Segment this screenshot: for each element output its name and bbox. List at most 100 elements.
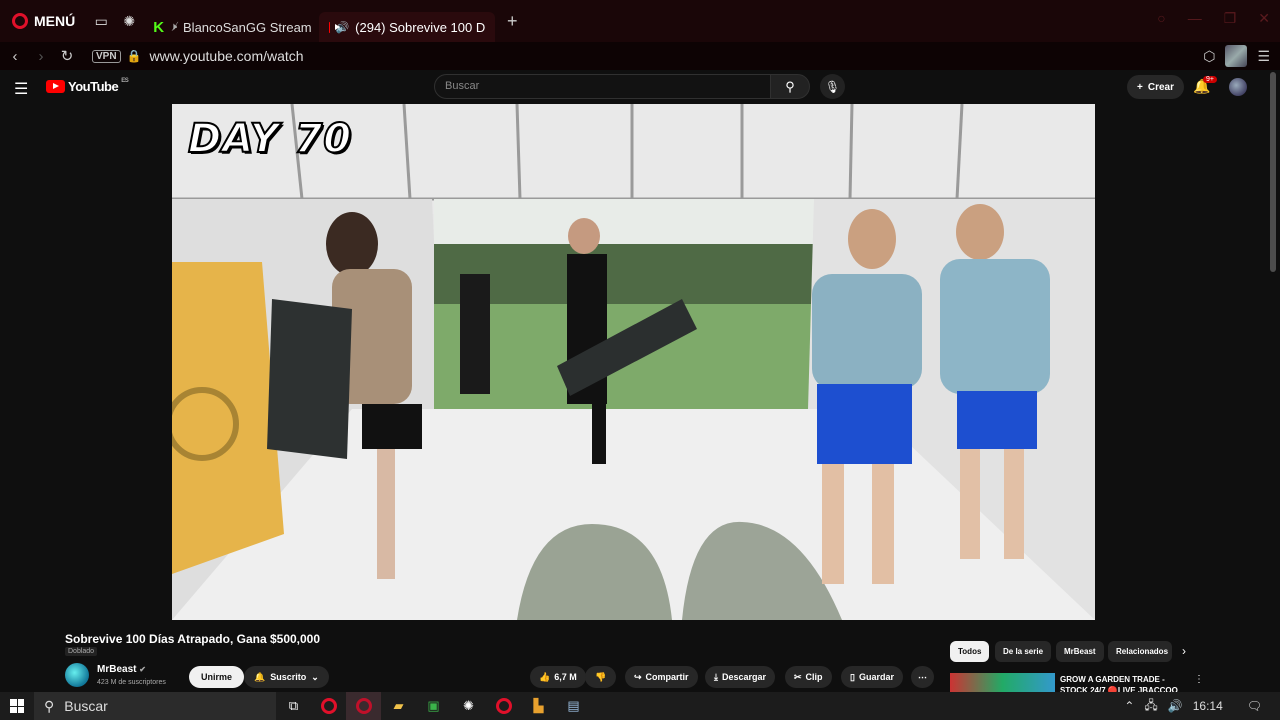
more-actions-button[interactable]: ⋯	[911, 666, 934, 688]
chip-all[interactable]: Todos	[950, 641, 990, 662]
address-bar: ‹ › ↻ VPN 🔒 www.youtube.com/watch ⬡ ☰	[0, 42, 1280, 70]
hamburger-menu-icon[interactable]: ☰	[14, 79, 28, 99]
create-button[interactable]: + Crear	[1127, 75, 1184, 99]
download-button[interactable]: ⤓ Descargar	[705, 666, 776, 688]
dislike-button[interactable]: 👎	[585, 666, 617, 688]
start-button[interactable]	[0, 692, 34, 720]
volume-icon[interactable]: 🔊	[1168, 699, 1183, 713]
minimize-icon[interactable]: —	[1188, 10, 1202, 27]
tray-expand-icon[interactable]: ⌃	[1124, 699, 1134, 713]
kick-icon: K	[153, 18, 165, 36]
youtube-logo[interactable]: YouTube ES	[46, 77, 129, 94]
search-button[interactable]: ⚲	[770, 74, 810, 99]
more-vertical-icon[interactable]: ⋮	[1194, 674, 1204, 685]
clip-button[interactable]: ✂ Clip	[785, 666, 832, 688]
share-button[interactable]: ↪ Compartir	[625, 666, 698, 688]
channel-name[interactable]: MrBeast ✔	[97, 664, 146, 675]
save-button[interactable]: ▯ Guardar	[841, 666, 903, 688]
task-view-icon[interactable]: ⧉	[276, 692, 311, 720]
youtube-logo-text: YouTube	[68, 79, 119, 94]
related-video-title[interactable]: GROW A GARDEN TRADE - STOCK 24/7 🔴LIVE J…	[1060, 674, 1185, 694]
clock-time[interactable]: 16:14	[1193, 699, 1223, 713]
opera-taskbar-icon-2[interactable]	[486, 692, 521, 720]
system-tray: ⌃ 🖧 🔊 16:14 🗨	[1124, 692, 1280, 720]
chevron-right-icon[interactable]: ›	[1182, 644, 1186, 658]
url-field[interactable]: www.youtube.com/watch	[150, 48, 304, 64]
xbox-icon[interactable]: ▣	[416, 692, 451, 720]
youtube-header: ☰ YouTube ES Buscar ⚲ 🎙 + Crear 🔔 9+	[0, 70, 1280, 104]
video-player[interactable]: DAY 70	[172, 104, 1095, 620]
reload-button[interactable]: ↻	[54, 42, 80, 70]
chip-series[interactable]: De la serie	[995, 641, 1052, 662]
bookmark-icon: ▯	[850, 671, 855, 682]
chatgpt-taskbar-icon[interactable]: ✺	[451, 692, 486, 720]
search-input[interactable]: Buscar	[434, 74, 771, 99]
channel-avatar[interactable]	[65, 663, 89, 687]
subscriber-count: 423 M de suscriptores	[97, 679, 166, 686]
chip-related[interactable]: Relacionados	[1108, 641, 1172, 662]
clip-label: Clip	[805, 672, 823, 682]
network-icon[interactable]: 🖧	[1144, 696, 1157, 717]
search-tabs-icon[interactable]: ○	[1157, 10, 1165, 27]
like-button[interactable]: 👍 6,7 M	[530, 666, 586, 688]
profile-avatar[interactable]	[1225, 45, 1248, 67]
taskbar-search-label: Buscar	[64, 698, 108, 714]
opera-menu-button[interactable]: MENÚ	[0, 0, 87, 42]
share-icon: ↪	[634, 671, 642, 682]
muted-speaker-icon[interactable]: 🕨̸	[170, 21, 177, 34]
vpn-badge[interactable]: VPN	[92, 49, 121, 63]
subscribed-label: Suscrito	[270, 672, 307, 682]
windows-taskbar: ⚲ Buscar ⧉ ▰ ▣ ✺ ▙ ▤ ⌃ 🖧 🔊 16:14 🗨	[0, 692, 1280, 720]
search-icon: ⚲	[785, 78, 795, 94]
dubbed-badge: Doblado	[65, 647, 98, 656]
window-controls: ○ — ❐ ✕	[1157, 10, 1270, 27]
forward-button[interactable]: ›	[28, 42, 54, 70]
taskbar-search[interactable]: ⚲ Buscar	[34, 692, 276, 720]
chevron-down-icon: ⌄	[311, 671, 319, 682]
back-button[interactable]: ‹	[2, 42, 28, 70]
download-icon: ⤓	[714, 671, 718, 682]
verified-check-icon: ✔	[139, 665, 146, 674]
create-label: Crear	[1147, 81, 1174, 93]
download-label: Descargar	[721, 672, 767, 682]
tab-kick-stream[interactable]: K 🕨̸ BlancoSanGG Stream	[143, 12, 319, 42]
thumbs-up-icon: 👍	[539, 671, 551, 682]
microphone-icon: 🎙	[824, 79, 841, 94]
address-bar-tools: ⬡ ☰	[1203, 42, 1270, 70]
search-icon: ⚲	[44, 697, 55, 714]
page-scrollbar[interactable]	[1270, 72, 1276, 272]
maximize-icon[interactable]: ❐	[1224, 10, 1237, 27]
share-label: Compartir	[645, 672, 689, 682]
file-explorer-icon[interactable]: ▰	[381, 692, 416, 720]
close-icon[interactable]: ✕	[1258, 10, 1270, 27]
video-frame-image	[172, 104, 1095, 620]
easy-setup-icon[interactable]: ☰	[1257, 48, 1270, 65]
bell-icon: 🔔	[254, 671, 266, 682]
tab-youtube-video[interactable]: 🔊 (294) Sobrevive 100 D	[319, 12, 496, 42]
chatgpt-icon[interactable]: ✺	[115, 0, 143, 42]
notepad-taskbar-icon[interactable]: ▤	[556, 692, 591, 720]
app-taskbar-icon[interactable]: ▙	[521, 692, 556, 720]
opera-logo-icon	[12, 13, 28, 29]
lock-icon[interactable]: 🔒	[127, 49, 142, 63]
join-button[interactable]: Unirme	[189, 666, 245, 688]
user-avatar[interactable]	[1229, 78, 1247, 96]
like-count: 6,7 M	[554, 672, 577, 682]
more-horizontal-icon: ⋯	[918, 671, 927, 682]
related-video-thumbnail[interactable]	[950, 673, 1055, 693]
tab-label: BlancoSanGG Stream	[183, 19, 312, 35]
subscribed-button[interactable]: 🔔 Suscrito ⌄	[244, 666, 329, 688]
workspace-icon[interactable]: ▭	[87, 0, 115, 42]
country-code: ES	[121, 77, 129, 84]
save-label: Guardar	[858, 672, 894, 682]
opera-taskbar-icon[interactable]	[311, 692, 346, 720]
voice-search-button[interactable]: 🎙	[820, 74, 845, 99]
new-tab-button[interactable]: +	[501, 10, 523, 32]
notifications-badge: 9+	[1203, 76, 1217, 83]
video-title: Sobrevive 100 Días Atrapado, Gana $500,0…	[65, 632, 321, 646]
extensions-icon[interactable]: ⬡	[1203, 48, 1215, 65]
notifications-icon[interactable]: 🗨	[1247, 699, 1262, 713]
chip-mrbeast[interactable]: MrBeast	[1056, 641, 1104, 662]
menu-label: MENÚ	[34, 13, 76, 29]
opera-gx-taskbar-icon[interactable]	[346, 692, 381, 720]
